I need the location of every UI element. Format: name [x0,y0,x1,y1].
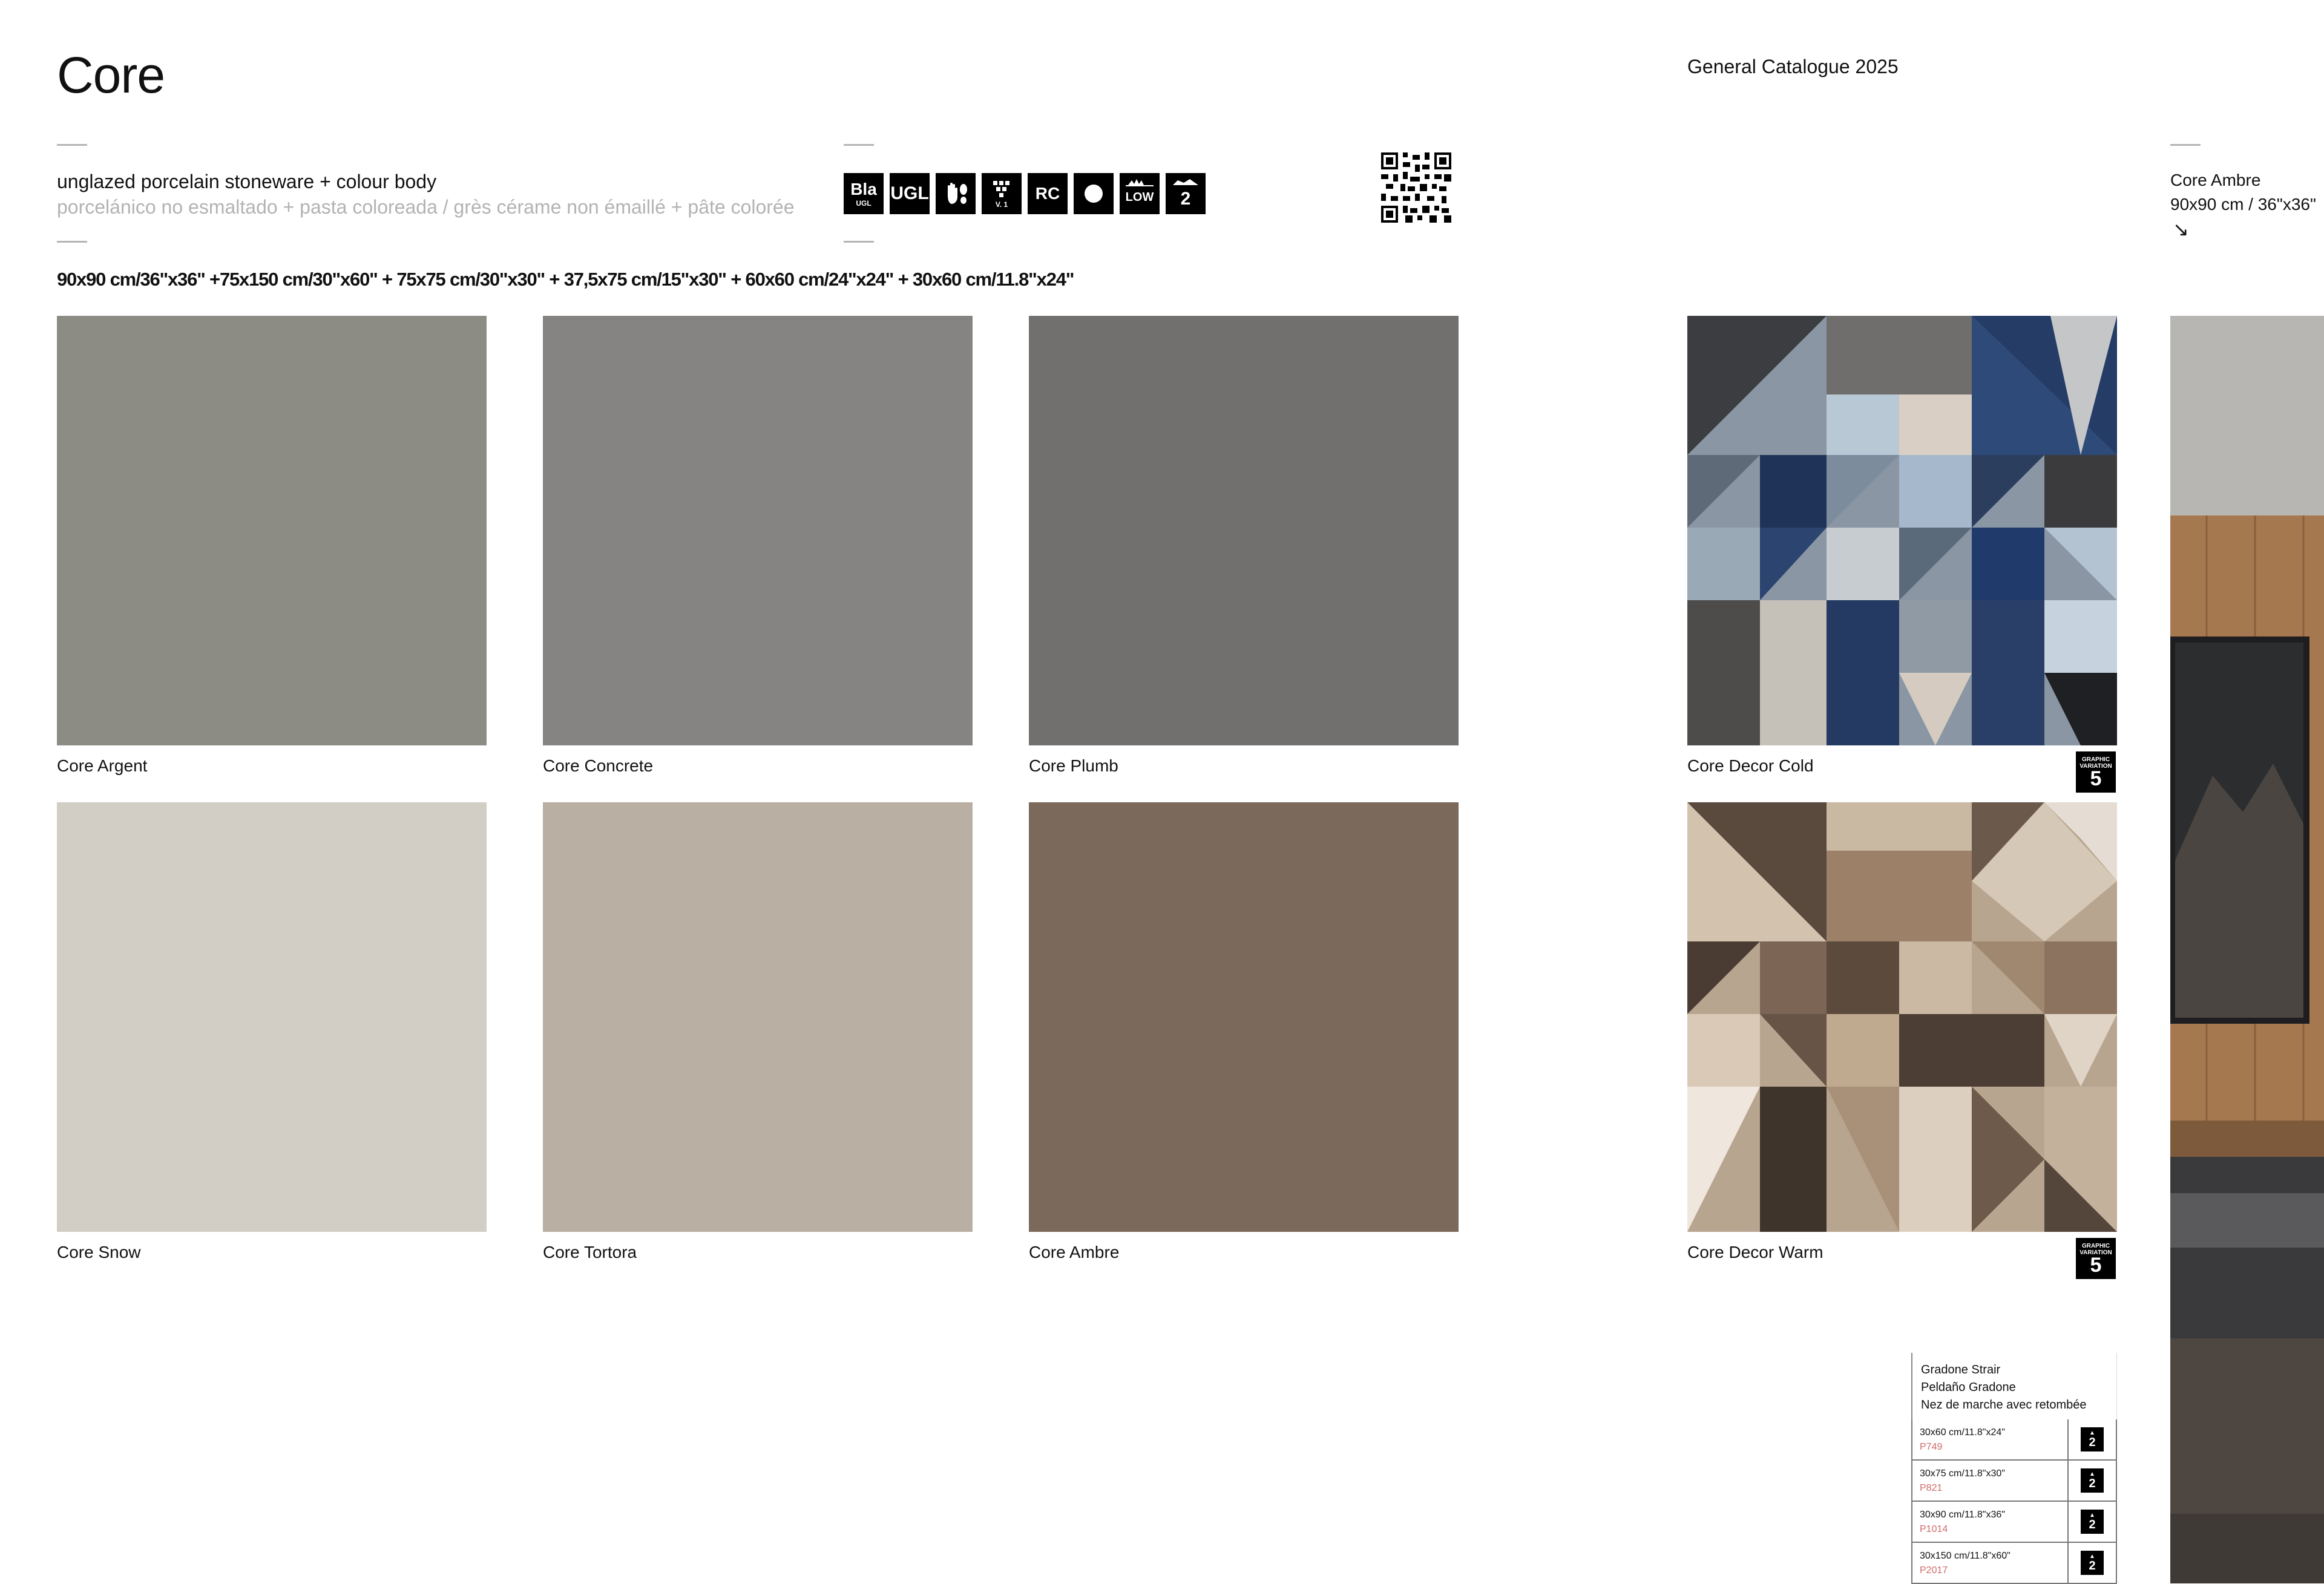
graphic-variation-icon: GRAPHIC VARIATION 5 [2076,1238,2116,1279]
thickness-icon: 2 [1166,173,1206,214]
tile-swatch-decor-warm[interactable] [1687,802,2117,1232]
ambient-product-name: Core Ambre [2170,171,2261,189]
tile-swatch-plumb[interactable] [1029,316,1459,745]
stair-step-table: Gradone Strair Peldaño Gradone Nez de ma… [1911,1353,2117,1584]
ugl-icon: UGL [890,173,930,214]
table-row: 30x60 cm/11.8"x24" P749 ▲ 2 [1911,1419,2117,1461]
ambient-photo [2170,316,2324,1583]
technical-icons: Bla UGL UGL V. 1 RC LOW 2 [844,173,1206,214]
thickness-badge-icon: ▲ 2 [2081,1551,2104,1575]
hand-foot-icon [936,173,976,214]
tile-label: Core Tortora [543,1243,637,1262]
divider [844,241,874,243]
tile-label: Core Decor Warm [1687,1243,1823,1262]
low-icon: LOW [1120,173,1160,214]
tile-swatch-snow[interactable] [57,802,487,1232]
tile-swatch-tortora[interactable] [543,802,973,1232]
graphic-variation-icon: GRAPHIC VARIATION 5 [2076,751,2116,793]
qr-code-icon[interactable] [1381,152,1451,223]
table-row: 30x150 cm/11.8"x60" P2017 ▲ 2 [1911,1543,2117,1584]
arrow-down-right-icon: ↘ [2173,218,2189,240]
tile-label: Core Decor Cold [1687,756,1814,775]
tile-swatch-decor-cold[interactable] [1687,316,2117,745]
stair-step-header: Gradone Strair Peldaño Gradone Nez de ma… [1911,1353,2117,1419]
tile-swatch-ambre[interactable] [1029,802,1459,1232]
shade-variation-icon: V. 1 [982,173,1022,214]
available-sizes: 90x90 cm/36"x36" +75x150 cm/30"x60" + 75… [57,269,1074,290]
tile-label: Core Plumb [1029,756,1118,775]
ambient-product-size: 90x90 cm / 36"x36" [2170,195,2316,214]
divider [2170,144,2201,146]
subtitle-translations: porcelánico no esmaltado + pasta colorea… [57,196,795,218]
tile-label: Core Ambre [1029,1243,1120,1262]
divider [57,241,87,243]
rc-icon: RC [1028,173,1068,214]
thickness-badge-icon: ▲ 2 [2081,1427,2104,1451]
thickness-badge-icon: ▲ 2 [2081,1510,2104,1534]
tile-swatch-argent[interactable] [57,316,487,745]
tile-label: Core Concrete [543,756,654,775]
divider [844,144,874,146]
bla-ugl-icon: Bla UGL [844,173,884,214]
dot-icon [1074,173,1114,214]
table-row: 30x75 cm/11.8"x30" P821 ▲ 2 [1911,1461,2117,1502]
tile-swatch-concrete[interactable] [543,316,973,745]
tile-label: Core Argent [57,756,148,775]
page-title: Core [57,47,165,103]
catalogue-label: General Catalogue 2025 [1687,56,1899,77]
divider [57,144,87,146]
table-row: 30x90 cm/11.8"x36" P1014 ▲ 2 [1911,1502,2117,1543]
tile-label: Core Snow [57,1243,141,1262]
thickness-badge-icon: ▲ 2 [2081,1468,2104,1493]
subtitle-en: unglazed porcelain stoneware + colour bo… [57,171,437,192]
